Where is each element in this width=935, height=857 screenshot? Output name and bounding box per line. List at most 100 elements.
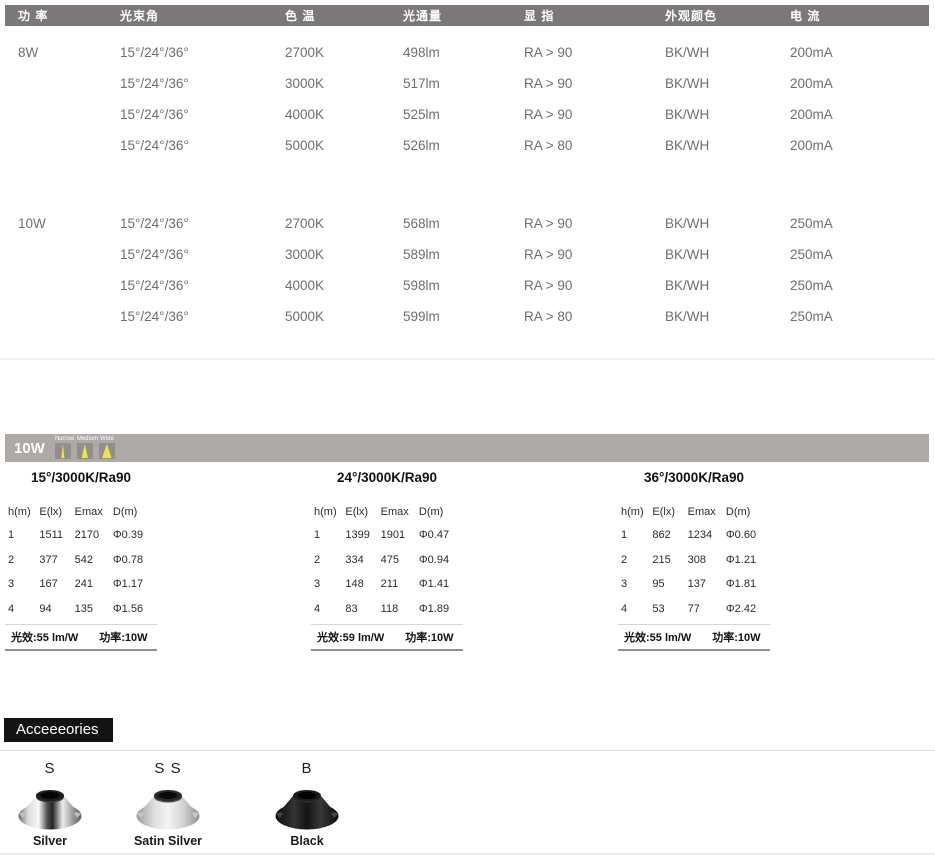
cell-diameter: Φ1.41 <box>419 578 463 590</box>
cell-diameter: Φ0.47 <box>419 529 463 541</box>
photometric-table-headers: h(m) E(lx) Emax D(m) <box>311 506 463 518</box>
cell-appearance-color: BK/WH <box>665 138 790 153</box>
table-row: 4 83 118 Φ1.89 <box>311 597 463 622</box>
cell-e-lx: 377 <box>39 554 74 566</box>
cell-emax: 308 <box>688 554 726 566</box>
cell-diameter: Φ1.56 <box>113 603 157 615</box>
table-row: 2 334 475 Φ0.94 <box>311 548 463 573</box>
cell-current: 200mA <box>790 76 935 91</box>
header-color-temp: 色 温 <box>285 7 403 24</box>
cell-diameter: Φ0.78 <box>113 554 157 566</box>
cell-beam-angle: 15°/24°/36° <box>120 247 285 262</box>
table-row: 15°/24°/36° 4000K 598lm RA > 90 BK/WH 25… <box>18 270 935 301</box>
table-row: 15°/24°/36° 4000K 525lm RA > 90 BK/WH 20… <box>18 99 935 130</box>
cell-e-lx: 95 <box>652 578 687 590</box>
cell-height: 1 <box>621 529 652 541</box>
cell-emax: 137 <box>688 578 726 590</box>
cell-cri: RA > 90 <box>524 45 665 60</box>
cell-luminous-flux: 525lm <box>403 107 524 122</box>
cell-e-lx: 53 <box>652 603 687 615</box>
cell-cri: RA > 90 <box>524 247 665 262</box>
cell-height: 3 <box>8 578 39 590</box>
accessory-satin-silver: S S Satin Silver <box>123 760 213 848</box>
power-value: 功率:10W <box>99 629 147 645</box>
cell-height: 4 <box>314 603 345 615</box>
table-row: 3 167 241 Φ1.17 <box>5 572 157 597</box>
cell-emax: 475 <box>381 554 419 566</box>
power-value: 功率:10W <box>405 629 453 645</box>
cell-color-temp: 2700K <box>285 45 403 60</box>
header-luminous-flux: 光通量 <box>403 7 524 24</box>
cell-luminous-flux: 598lm <box>403 278 524 293</box>
cell-height: 3 <box>621 578 652 590</box>
cell-cri: RA > 80 <box>524 138 665 153</box>
cell-emax: 2170 <box>75 529 113 541</box>
cell-color-temp: 3000K <box>285 247 403 262</box>
accessory-name: Silver <box>5 834 95 848</box>
cell-current: 200mA <box>790 138 935 153</box>
cell-color-temp: 4000K <box>285 107 403 122</box>
cell-color-temp: 5000K <box>285 309 403 324</box>
cell-appearance-color: BK/WH <box>665 216 790 231</box>
beam-narrow-icon: Narrow <box>55 436 71 459</box>
photometric-table-headers: h(m) E(lx) Emax D(m) <box>5 506 157 518</box>
spec-table-header: 功 率 光束角 色 温 光通量 显 指 外观颜色 电 流 <box>5 5 929 26</box>
spec-group-10w: 10W 15°/24°/36° 2700K 568lm RA > 90 BK/W… <box>18 208 935 332</box>
photometric-table-title: 15°/3000K/Ra90 <box>5 470 157 486</box>
accessory-code: S <box>5 760 95 782</box>
cell-emax: 118 <box>381 603 419 615</box>
photometric-table-24deg: 24°/3000K/Ra90 h(m) E(lx) Emax D(m) 1 13… <box>311 470 463 651</box>
power-value: 功率:10W <box>712 629 760 645</box>
photometric-table-title: 36°/3000K/Ra90 <box>618 470 770 486</box>
table-row: 2 377 542 Φ0.78 <box>5 548 157 573</box>
cell-emax: 1234 <box>688 529 726 541</box>
cell-beam-angle: 15°/24°/36° <box>120 76 285 91</box>
accessory-name: Black <box>262 834 352 848</box>
cell-e-lx: 215 <box>652 554 687 566</box>
cell-color-temp: 4000K <box>285 278 403 293</box>
cell-e-lx: 148 <box>345 578 380 590</box>
cell-cri: RA > 90 <box>524 278 665 293</box>
header-current: 电 流 <box>790 7 929 24</box>
table-row: 8W 15°/24°/36° 2700K 498lm RA > 90 BK/WH… <box>18 37 935 68</box>
cell-color-temp: 5000K <box>285 138 403 153</box>
header-appearance-color: 外观颜色 <box>665 7 790 24</box>
photometric-table-footer: 光效:55 lm/W 功率:10W <box>618 624 770 651</box>
table-row: 15°/24°/36° 3000K 517lm RA > 90 BK/WH 20… <box>18 68 935 99</box>
cell-height: 3 <box>314 578 345 590</box>
cell-e-lx: 167 <box>39 578 74 590</box>
accessory-black: B Black <box>262 760 352 848</box>
spec-group-8w: 8W 15°/24°/36° 2700K 498lm RA > 90 BK/WH… <box>18 37 935 161</box>
cell-diameter: Φ0.94 <box>419 554 463 566</box>
satin-silver-reflector-icon <box>134 784 202 832</box>
cell-current: 250mA <box>790 247 935 262</box>
table-row: 10W 15°/24°/36° 2700K 568lm RA > 90 BK/W… <box>18 208 935 239</box>
header-cri: 显 指 <box>524 7 665 24</box>
photometric-table-title: 24°/3000K/Ra90 <box>311 470 463 486</box>
silver-reflector-icon <box>16 784 84 832</box>
cell-e-lx: 1399 <box>345 529 380 541</box>
photometric-table-footer: 光效:55 lm/W 功率:10W <box>5 624 157 651</box>
beam-wide-label: Wide <box>99 436 115 443</box>
cell-emax: 542 <box>75 554 113 566</box>
header-beam-angle: 光束角 <box>120 7 285 24</box>
photometric-table-15deg: 15°/3000K/Ra90 h(m) E(lx) Emax D(m) 1 15… <box>5 470 157 651</box>
cell-height: 4 <box>621 603 652 615</box>
cell-height: 1 <box>314 529 345 541</box>
cell-height: 4 <box>8 603 39 615</box>
cell-height: 1 <box>8 529 39 541</box>
cell-beam-angle: 15°/24°/36° <box>120 309 285 324</box>
cell-current: 250mA <box>790 216 935 231</box>
cell-beam-angle: 15°/24°/36° <box>120 216 285 231</box>
cell-diameter: Φ1.81 <box>726 578 770 590</box>
cell-luminous-flux: 589lm <box>403 247 524 262</box>
beam-wide-icon: Wide <box>99 436 115 459</box>
cell-color-temp: 3000K <box>285 76 403 91</box>
cell-height: 2 <box>621 554 652 566</box>
section-divider <box>0 358 935 360</box>
cell-diameter: Φ1.17 <box>113 578 157 590</box>
cell-emax: 241 <box>75 578 113 590</box>
cell-e-lx: 334 <box>345 554 380 566</box>
bottom-divider <box>0 853 935 855</box>
accessories-section-title: Acceeeories <box>4 718 113 742</box>
